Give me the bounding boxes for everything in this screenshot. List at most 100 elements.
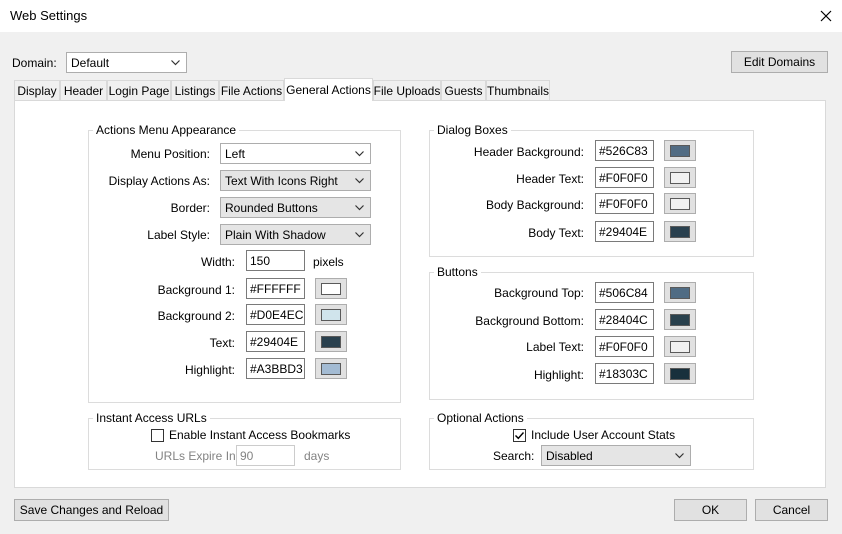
- background2-input[interactable]: #D0E4EC: [246, 304, 305, 325]
- tab-login-page[interactable]: Login Page: [107, 80, 171, 100]
- body-bg-color-button[interactable]: [664, 193, 696, 214]
- header-text-input[interactable]: #F0F0F0: [595, 167, 654, 188]
- button-highlight-color-button[interactable]: [664, 363, 696, 384]
- urls-expire-unit: days: [304, 449, 330, 463]
- tab-guests[interactable]: Guests: [441, 80, 486, 100]
- header-bg-label: Header Background:: [473, 145, 584, 159]
- tab-thumbnails[interactable]: Thumbnails: [486, 80, 550, 100]
- display-actions-value: Text With Icons Right: [225, 173, 338, 188]
- actions-menu-title: Actions Menu Appearance: [93, 123, 240, 137]
- tab-file-uploads[interactable]: File Uploads: [373, 80, 441, 100]
- header-text-label: Header Text:: [516, 172, 584, 186]
- domain-select[interactable]: Default: [66, 52, 187, 73]
- cancel-button[interactable]: Cancel: [755, 499, 828, 521]
- chevron-down-icon: [355, 205, 364, 211]
- background2-swatch: [321, 308, 341, 321]
- bg-top-swatch: [670, 286, 690, 299]
- edit-domains-button[interactable]: Edit Domains: [731, 51, 828, 73]
- domain-label: Domain:: [12, 56, 57, 70]
- tab-display[interactable]: Display: [14, 80, 60, 100]
- background1-color-button[interactable]: [315, 278, 347, 299]
- window-title: Web Settings: [10, 8, 88, 23]
- bg-bottom-label: Background Bottom:: [475, 314, 584, 328]
- close-icon: [820, 10, 832, 22]
- header-bg-color-button[interactable]: [664, 140, 696, 161]
- background1-input[interactable]: #FFFFFF: [246, 278, 305, 299]
- search-select-value: Disabled: [546, 448, 593, 463]
- body-text-color-button[interactable]: [664, 221, 696, 242]
- bg-bottom-color-button[interactable]: [664, 309, 696, 330]
- label-text-color-button[interactable]: [664, 336, 696, 357]
- button-highlight-label: Highlight:: [533, 368, 584, 382]
- header-text-swatch: [670, 171, 690, 184]
- tab-header[interactable]: Header: [60, 80, 107, 100]
- label-style-value: Plain With Shadow: [225, 227, 326, 242]
- header-text-color-button[interactable]: [664, 167, 696, 188]
- text-color-button[interactable]: [315, 331, 347, 352]
- menu-position-value: Left: [225, 146, 246, 161]
- urls-expire-label: URLs Expire In: [155, 449, 236, 463]
- width-input[interactable]: 150: [246, 250, 305, 271]
- label-style-label: Label Style:: [147, 228, 210, 242]
- bg-top-input[interactable]: #506C84: [595, 282, 654, 303]
- button-highlight-input[interactable]: #18303C: [595, 363, 654, 384]
- highlight-input[interactable]: #A3BBD3: [246, 358, 305, 379]
- width-label: Width:: [200, 255, 235, 269]
- text-color-label: Text:: [209, 336, 235, 350]
- display-actions-label: Display Actions As:: [108, 174, 210, 188]
- menu-position-label: Menu Position:: [130, 147, 210, 161]
- search-select[interactable]: Disabled: [541, 445, 691, 466]
- width-unit: pixels: [313, 255, 344, 269]
- border-value: Rounded Buttons: [225, 200, 318, 215]
- bg-bottom-swatch: [670, 313, 690, 326]
- background2-color-button[interactable]: [315, 304, 347, 325]
- enable-bookmarks-label: Enable Instant Access Bookmarks: [169, 428, 351, 442]
- text-color-swatch: [321, 335, 341, 348]
- buttons-title: Buttons: [434, 265, 481, 279]
- chevron-down-icon: [355, 178, 364, 184]
- display-actions-select[interactable]: Text With Icons Right: [220, 170, 371, 191]
- ok-button[interactable]: OK: [674, 499, 747, 521]
- dialog-boxes-title: Dialog Boxes: [434, 123, 511, 137]
- tab-listings[interactable]: Listings: [171, 80, 219, 100]
- checkmark-icon: [515, 432, 525, 440]
- body-bg-input[interactable]: #F0F0F0: [595, 193, 654, 214]
- title-bar: [0, 0, 842, 33]
- optional-actions-title: Optional Actions: [434, 411, 527, 425]
- label-text-label: Label Text:: [526, 340, 584, 354]
- bg-top-color-button[interactable]: [664, 282, 696, 303]
- body-bg-label: Body Background:: [485, 198, 584, 212]
- label-text-input[interactable]: #F0F0F0: [595, 336, 654, 357]
- highlight-swatch: [321, 362, 341, 375]
- header-bg-input[interactable]: #526C83: [595, 140, 654, 161]
- background2-label: Background 2:: [157, 309, 235, 323]
- body-text-label: Body Text:: [528, 226, 584, 240]
- close-button[interactable]: [812, 3, 840, 29]
- button-highlight-swatch: [670, 367, 690, 380]
- chevron-down-icon: [355, 151, 364, 157]
- chevron-down-icon: [355, 232, 364, 238]
- border-select[interactable]: Rounded Buttons: [220, 197, 371, 218]
- tab-general-actions[interactable]: General Actions: [284, 78, 373, 101]
- include-stats-checkbox[interactable]: [513, 429, 526, 442]
- body-bg-swatch: [670, 197, 690, 210]
- bg-bottom-input[interactable]: #28404C: [595, 309, 654, 330]
- highlight-label: Highlight:: [184, 363, 235, 377]
- highlight-color-button[interactable]: [315, 358, 347, 379]
- label-style-select[interactable]: Plain With Shadow: [220, 224, 371, 245]
- save-reload-button[interactable]: Save Changes and Reload: [14, 499, 169, 521]
- search-label: Search:: [493, 449, 535, 463]
- body-text-input[interactable]: #29404E: [595, 221, 654, 242]
- border-label: Border:: [170, 201, 210, 215]
- label-text-swatch: [670, 340, 690, 353]
- tab-file-actions[interactable]: File Actions: [219, 80, 284, 100]
- background1-label: Background 1:: [157, 283, 235, 297]
- chevron-down-icon: [171, 60, 180, 66]
- text-color-input[interactable]: #29404E: [246, 331, 305, 352]
- domain-select-value: Default: [71, 55, 110, 70]
- instant-access-title: Instant Access URLs: [93, 411, 210, 425]
- header-bg-swatch: [670, 144, 690, 157]
- enable-bookmarks-checkbox[interactable]: [151, 429, 164, 442]
- menu-position-select[interactable]: Left: [220, 143, 371, 164]
- urls-expire-input[interactable]: 90: [236, 445, 295, 466]
